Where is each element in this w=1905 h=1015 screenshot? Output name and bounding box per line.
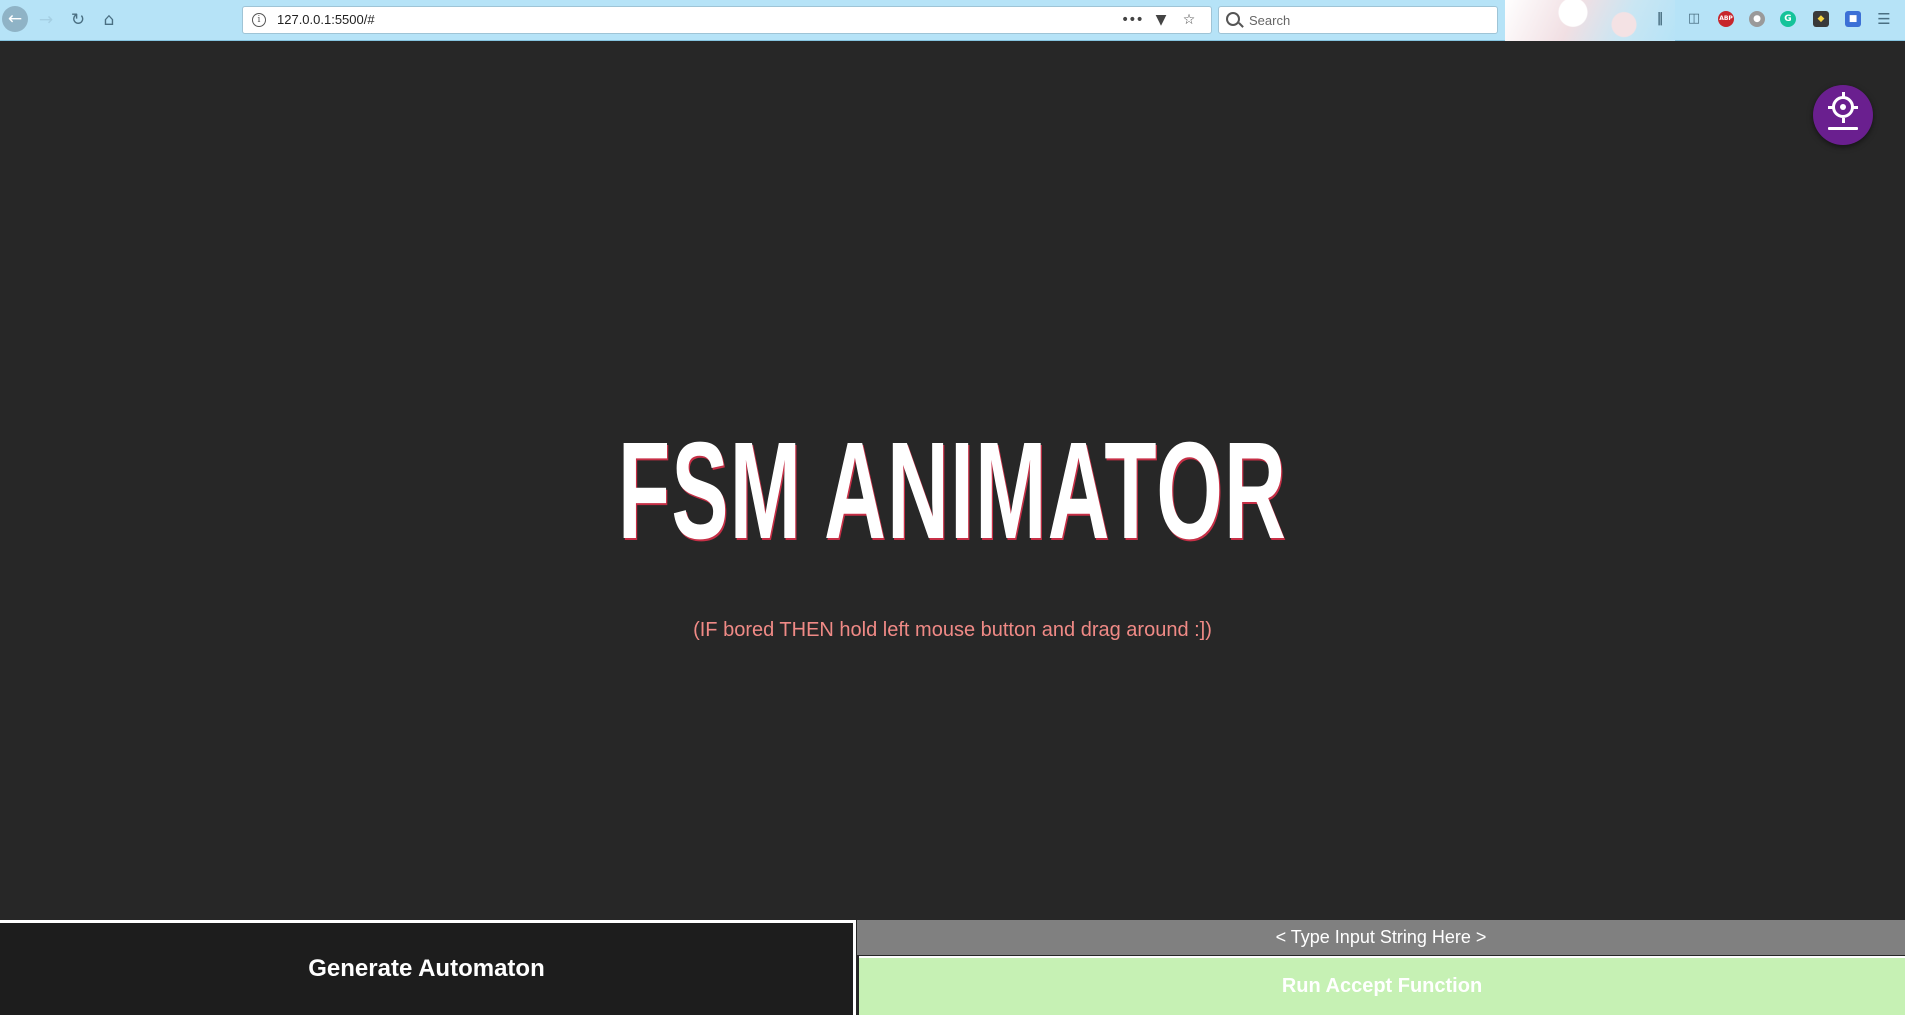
adblock-icon[interactable]: ABP [1718,11,1734,27]
fsm-canvas[interactable]: FSM ANIMATOR (IF bored THEN hold left mo… [0,41,1905,1015]
library-icon[interactable]: ‖ [1652,11,1668,27]
shield-icon[interactable]: ◆ [1813,11,1829,27]
search-bar[interactable]: Search [1218,6,1498,34]
hamburger-menu-icon[interactable]: ☰ [1876,11,1892,27]
url-text[interactable]: 127.0.0.1:5500/# [277,12,375,27]
drag-hint: (IF bored THEN hold left mouse button an… [693,619,1212,641]
lock-icon[interactable]: ■ [1845,11,1861,27]
settings-gear-icon [1832,96,1854,118]
reload-icon[interactable]: ↻ [66,8,90,32]
sidebar-icon[interactable]: ◫ [1686,11,1702,27]
gear-tooth [1853,106,1858,109]
page-title: FSM ANIMATOR [617,414,1288,568]
run-accept-function-button[interactable]: Run Accept Function [859,956,1905,1015]
search-placeholder: Search [1249,13,1291,28]
star-icon[interactable]: ☆ [1179,10,1199,30]
generate-automaton-button[interactable]: Generate Automaton [0,920,856,1015]
search-icon [1226,12,1240,26]
input-string-field[interactable] [857,920,1905,955]
more-dots-icon[interactable]: ••• [1121,10,1144,30]
browser-toolbar: ← → ↻ ⌂ i 127.0.0.1:5500/# ••• ▼ ☆ Searc… [0,0,1905,41]
back-arrow-icon[interactable]: ← [2,6,28,32]
browser-theme-artwork [1505,0,1675,41]
address-bar[interactable]: i 127.0.0.1:5500/# ••• ▼ ☆ [242,6,1212,34]
gear-tooth [1842,118,1845,123]
home-icon[interactable]: ⌂ [97,8,121,32]
gear-tooth [1828,106,1833,109]
forward-arrow-icon[interactable]: → [34,8,58,32]
gear-tooth [1842,92,1845,97]
info-icon[interactable]: i [252,13,266,27]
settings-button[interactable] [1813,85,1873,145]
pocket-icon[interactable]: ▼ [1151,10,1171,30]
gear-underline [1828,127,1858,130]
grammarly-icon[interactable]: G [1780,11,1796,27]
lightbulb-icon[interactable]: ● [1749,11,1765,27]
